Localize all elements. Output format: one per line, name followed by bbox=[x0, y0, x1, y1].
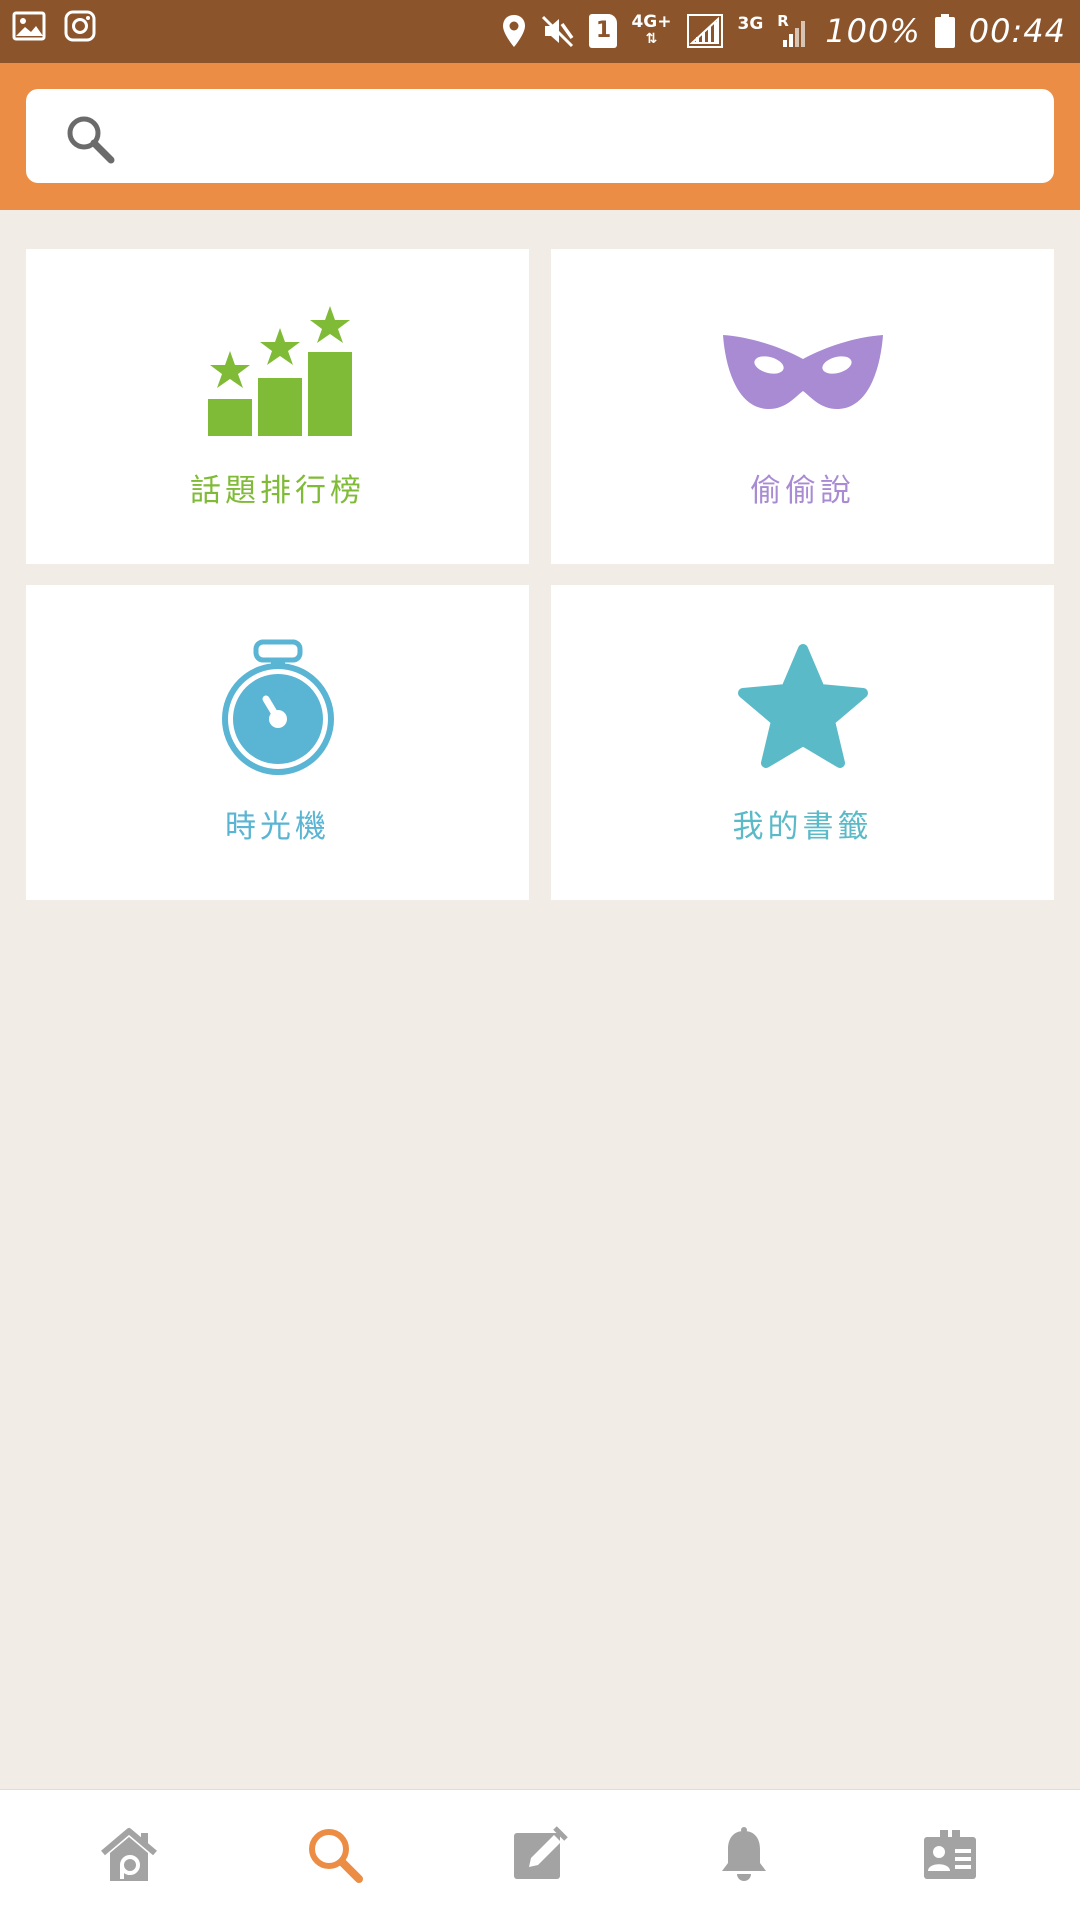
network-type-label: 4G+ bbox=[631, 12, 672, 32]
menu-card-topic-ranking[interactable]: 話題排行榜 bbox=[26, 249, 529, 564]
instagram-notification-icon bbox=[64, 10, 96, 42]
home-icon[interactable] bbox=[99, 1825, 159, 1885]
battery-percentage: 100% bbox=[825, 12, 921, 50]
search-box[interactable] bbox=[26, 89, 1054, 183]
location-icon bbox=[503, 15, 526, 47]
status-bar: 1 4G+ ⇅ 3G R 100% 00:44 bbox=[0, 0, 1080, 63]
clock: 00:44 bbox=[968, 12, 1066, 50]
profile-card-icon[interactable] bbox=[920, 1825, 980, 1885]
menu-card-label: 話題排行榜 bbox=[190, 473, 365, 509]
sim-slot-number: 1 bbox=[595, 18, 612, 43]
menu-card-my-bookmarks[interactable]: 我的書籤 bbox=[551, 585, 1054, 900]
secondary-signal-icon bbox=[783, 21, 806, 47]
search-icon bbox=[67, 116, 115, 164]
secondary-network-label: 3G bbox=[737, 13, 764, 34]
bottom-navigation bbox=[0, 1789, 1080, 1921]
data-arrows-icon: ⇅ bbox=[645, 31, 658, 47]
bell-icon[interactable] bbox=[714, 1825, 774, 1885]
battery-icon bbox=[934, 14, 955, 48]
ranking-stars-icon bbox=[207, 306, 352, 436]
star-icon bbox=[737, 644, 868, 768]
menu-card-label: 我的書籤 bbox=[732, 809, 873, 845]
gallery-notification-icon bbox=[12, 11, 46, 41]
menu-card-time-machine[interactable]: 時光機 bbox=[26, 585, 529, 900]
search-icon[interactable] bbox=[305, 1825, 365, 1885]
signal-strength-icon bbox=[686, 14, 723, 48]
menu-card-label: 時光機 bbox=[225, 809, 330, 845]
network-type-indicator: 4G+ ⇅ bbox=[631, 14, 671, 48]
menu-card-whisper[interactable]: 偷偷說 bbox=[551, 249, 1054, 564]
menu-card-label: 偷偷說 bbox=[750, 473, 855, 509]
search-input[interactable] bbox=[136, 103, 1030, 171]
compose-icon[interactable] bbox=[509, 1825, 569, 1885]
sim-card-icon: 1 bbox=[589, 14, 618, 48]
secondary-signal-indicator: R bbox=[777, 13, 811, 49]
search-header bbox=[0, 63, 1080, 210]
stopwatch-icon bbox=[221, 639, 334, 775]
mute-icon bbox=[542, 15, 574, 48]
mask-icon bbox=[722, 335, 883, 410]
